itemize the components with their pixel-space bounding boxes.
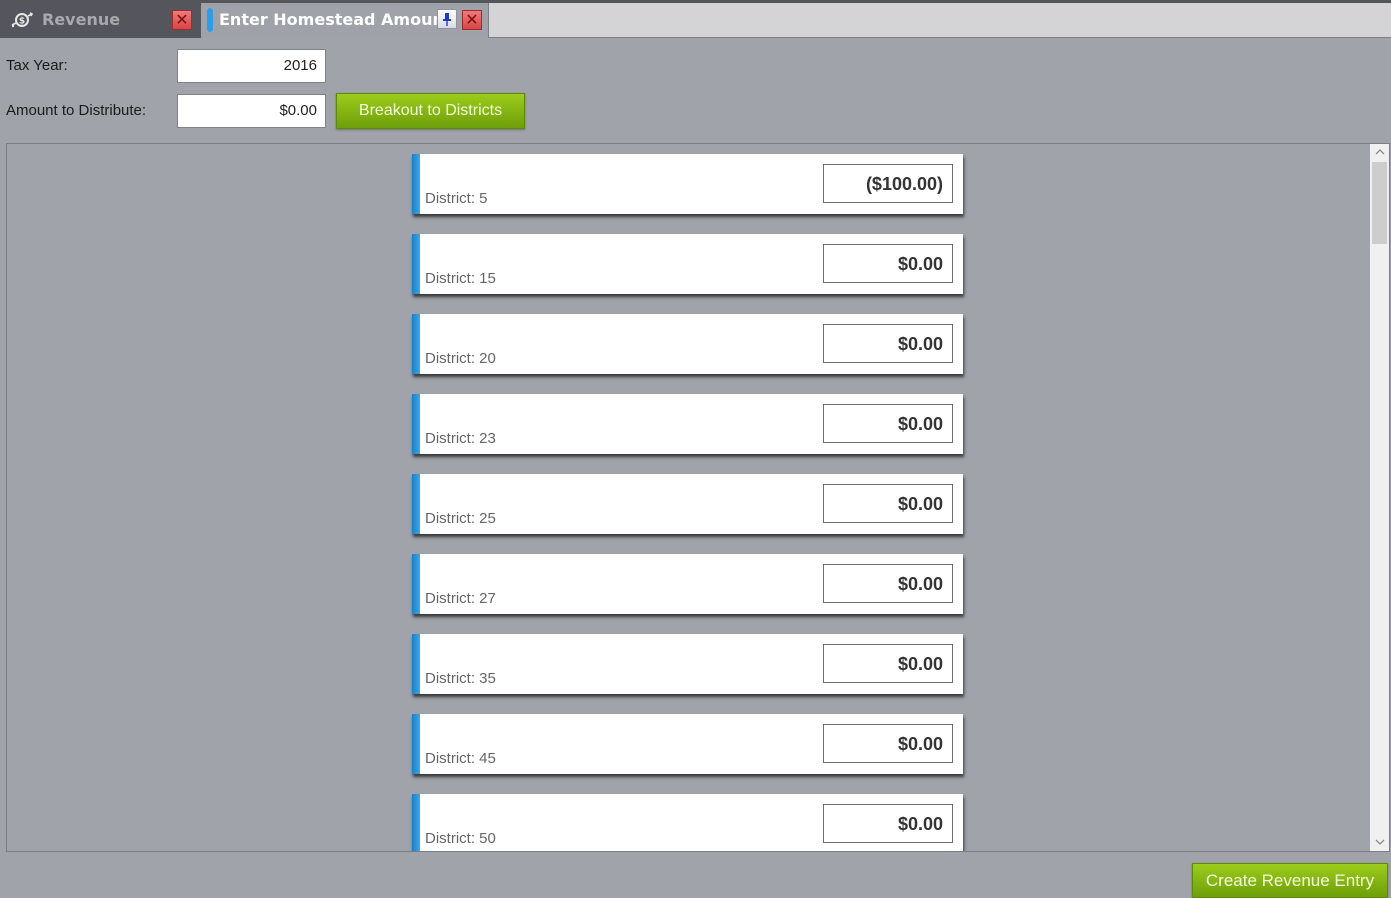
district-card-accent	[412, 634, 420, 694]
pin-tab-button[interactable]	[437, 9, 457, 29]
district-label: District: 20	[425, 350, 496, 367]
tab-enter-homestead-amount[interactable]: Enter Homestead Amount ✕	[201, 3, 489, 38]
district-card-accent	[412, 474, 420, 534]
district-label: District: 5	[425, 190, 488, 207]
district-label: District: 23	[425, 430, 496, 447]
district-card: District: 5 ($100.00)	[412, 154, 963, 214]
district-label: District: 50	[425, 830, 496, 847]
district-card: District: 50 $0.00	[412, 794, 963, 851]
district-amount-input[interactable]: $0.00	[823, 324, 953, 363]
vertical-scrollbar[interactable]	[1370, 144, 1389, 851]
amount-to-distribute-input[interactable]: $0.00	[177, 94, 326, 128]
amount-to-distribute-label: Amount to Distribute:	[6, 102, 147, 119]
district-amount-input[interactable]: $0.00	[823, 564, 953, 603]
district-amount-input[interactable]: $0.00	[823, 244, 953, 283]
district-card-accent	[412, 154, 420, 214]
district-amount-input[interactable]: $0.00	[823, 644, 953, 683]
district-card: District: 15 $0.00	[412, 234, 963, 294]
district-card: District: 20 $0.00	[412, 314, 963, 374]
close-icon: ✕	[465, 10, 479, 29]
tab-revenue[interactable]: $ Revenue ✕	[0, 3, 201, 38]
breakout-to-districts-button[interactable]: Breakout to Districts	[336, 93, 525, 129]
district-card-accent	[412, 234, 420, 294]
svg-text:$: $	[19, 17, 25, 27]
district-card: District: 27 $0.00	[412, 554, 963, 614]
district-label: District: 15	[425, 270, 496, 287]
district-amount-input[interactable]: $0.00	[823, 724, 953, 763]
close-icon: ✕	[175, 10, 189, 29]
create-revenue-entry-button[interactable]: Create Revenue Entry	[1192, 863, 1388, 898]
district-card-accent	[412, 554, 420, 614]
district-amount-input[interactable]: $0.00	[823, 804, 953, 843]
district-card-accent	[412, 394, 420, 454]
district-card: District: 25 $0.00	[412, 474, 963, 534]
scroll-down-icon[interactable]	[1370, 834, 1389, 851]
tax-year-label: Tax Year:	[6, 57, 68, 74]
district-card: District: 35 $0.00	[412, 634, 963, 694]
district-label: District: 35	[425, 670, 496, 687]
district-card-accent	[412, 714, 420, 774]
scrollbar-thumb[interactable]	[1372, 162, 1387, 244]
scroll-up-icon[interactable]	[1370, 144, 1389, 161]
active-tab-indicator	[207, 8, 213, 32]
district-amount-input[interactable]: $0.00	[823, 404, 953, 443]
pin-icon	[443, 13, 451, 26]
tab-revenue-label: Revenue	[42, 10, 121, 29]
district-amount-input[interactable]: ($100.00)	[823, 164, 953, 203]
money-transfer-icon: $	[11, 12, 34, 28]
district-list: District: 5 ($100.00) District: 15 $0.00 Dis…	[6, 143, 1390, 852]
district-label: District: 45	[425, 750, 496, 767]
district-card-accent	[412, 794, 420, 851]
tax-year-input[interactable]: 2016	[177, 49, 326, 83]
district-label: District: 27	[425, 590, 496, 607]
district-amount-input[interactable]: $0.00	[823, 484, 953, 523]
tab-homestead-label: Enter Homestead Amount	[219, 10, 452, 29]
tab-strip: $ Revenue ✕ Enter Homestead Amount ✕	[0, 0, 1391, 38]
district-label: District: 25	[425, 510, 496, 527]
district-card-accent	[412, 314, 420, 374]
close-homestead-tab-button[interactable]: ✕	[462, 10, 482, 30]
close-revenue-tab-button[interactable]: ✕	[172, 10, 192, 30]
district-card: District: 45 $0.00	[412, 714, 963, 774]
district-card: District: 23 $0.00	[412, 394, 963, 454]
